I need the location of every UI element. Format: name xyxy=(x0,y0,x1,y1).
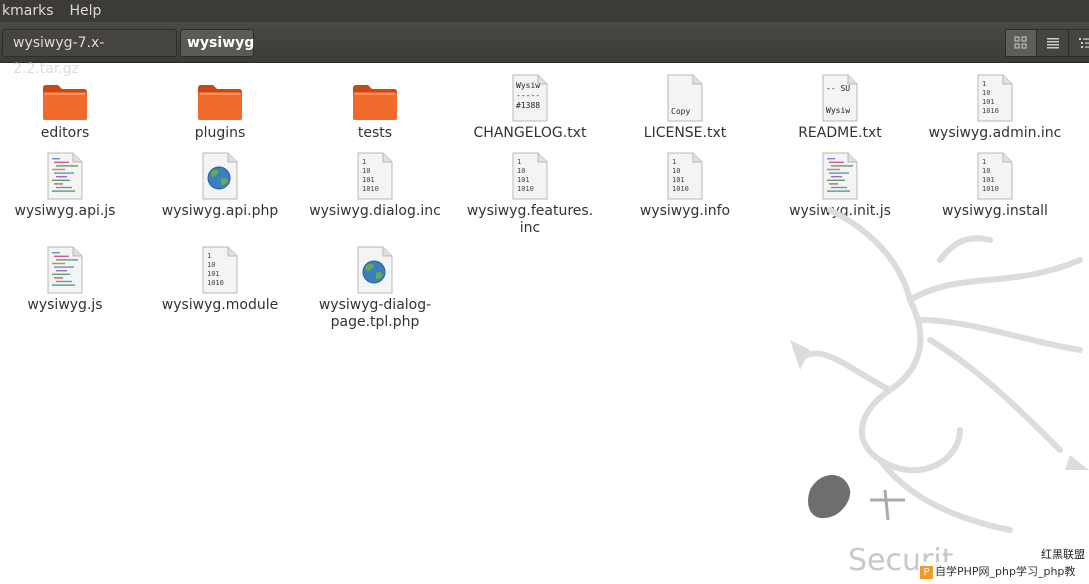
script-file-icon xyxy=(765,148,915,200)
binary-file-icon: 1 10 101 1010 xyxy=(145,242,295,294)
svg-text:-- SU: -- SU xyxy=(826,84,850,93)
svg-text:10: 10 xyxy=(517,167,525,175)
file-name: README.txt xyxy=(798,125,882,141)
php-file-icon xyxy=(300,242,450,294)
file-name: tests xyxy=(357,125,393,141)
svg-text:Copy: Copy xyxy=(671,107,690,116)
svg-text:-----: ----- xyxy=(516,91,540,100)
text-file-icon: -- SU Wysiw xyxy=(765,70,915,122)
file-item[interactable]: plugins xyxy=(145,70,295,142)
file-name: wysiwyg.js xyxy=(27,297,103,313)
svg-text:#1388: #1388 xyxy=(516,101,540,110)
svg-text:1: 1 xyxy=(362,158,366,166)
file-item[interactable]: wysiwyg.api.js xyxy=(0,148,140,220)
svg-text:10: 10 xyxy=(362,167,370,175)
file-item[interactable]: 1 10 101 1010 wysiwyg.info xyxy=(610,148,760,220)
breadcrumb-archive[interactable]: wysiwyg-7.x-2.2.tar.gz xyxy=(2,29,177,77)
file-name: wysiwyg.admin.inc xyxy=(928,125,1062,141)
svg-text:101: 101 xyxy=(362,176,375,184)
folder-icon xyxy=(145,70,295,122)
svg-text:Wysiw: Wysiw xyxy=(516,81,540,90)
file-item[interactable]: wysiwyg.api.php xyxy=(145,148,295,220)
svg-text:101: 101 xyxy=(207,270,220,278)
file-name: plugins xyxy=(194,125,246,141)
script-file-icon xyxy=(0,148,140,200)
text-file-icon: Copy xyxy=(610,70,760,122)
php-file-icon xyxy=(145,148,295,200)
binary-file-icon: 1 10 101 1010 xyxy=(610,148,760,200)
svg-text:1010: 1010 xyxy=(207,279,224,287)
svg-text:10: 10 xyxy=(982,167,990,175)
svg-text:10: 10 xyxy=(207,261,215,269)
file-item[interactable]: -- SU Wysiw README.txt xyxy=(765,70,915,142)
menu-bar: kmarks Help xyxy=(0,0,1089,22)
svg-text:1: 1 xyxy=(517,158,521,166)
svg-text:1: 1 xyxy=(982,158,986,166)
file-name: wysiwyg.info xyxy=(639,203,731,219)
binary-file-icon: 1 10 101 1010 xyxy=(920,70,1070,122)
svg-text:1: 1 xyxy=(672,158,676,166)
file-name: wysiwyg.features. inc xyxy=(466,203,594,236)
menu-bookmarks[interactable]: kmarks xyxy=(0,0,61,22)
binary-file-icon: 1 10 101 1010 xyxy=(920,148,1070,200)
file-name: wysiwyg.api.js xyxy=(14,203,116,219)
svg-text:1: 1 xyxy=(982,80,986,88)
watermark-brand-text: 自学PHP网_php学习_php教 xyxy=(935,565,1076,578)
dragon-watermark-icon xyxy=(790,207,1089,533)
svg-text:1010: 1010 xyxy=(982,107,999,115)
file-name: editors xyxy=(40,125,90,141)
binary-file-icon: 1 10 101 1010 xyxy=(455,148,605,200)
watermark-brand-top: 红黑联盟 xyxy=(1041,548,1085,561)
svg-text:1: 1 xyxy=(207,252,211,260)
compact-view-icon xyxy=(1078,38,1089,48)
svg-text:10: 10 xyxy=(982,89,990,97)
brand-logo-icon: P xyxy=(920,565,933,579)
file-name: wysiwyg.dialog.inc xyxy=(309,203,441,219)
list-view-button[interactable] xyxy=(1037,29,1069,57)
svg-text:1010: 1010 xyxy=(672,185,689,193)
svg-text:101: 101 xyxy=(982,176,995,184)
file-name: wysiwyg.module xyxy=(161,297,279,313)
svg-text:1010: 1010 xyxy=(982,185,999,193)
svg-text:1010: 1010 xyxy=(517,185,534,193)
file-item[interactable]: wysiwyg-dialog- page.tpl.php xyxy=(300,242,450,331)
file-item[interactable]: 1 10 101 1010 wysiwyg.module xyxy=(145,242,295,314)
folder-icon xyxy=(0,70,140,122)
watermark-brand-bar: P 自学PHP网_php学习_php教 xyxy=(918,562,1089,582)
file-item[interactable]: editors xyxy=(0,70,140,142)
svg-text:Wysiw: Wysiw xyxy=(826,106,850,115)
script-file-icon xyxy=(0,242,140,294)
text-file-icon: Wysiw ----- #1388 xyxy=(455,70,605,122)
icon-view-icon xyxy=(1014,36,1027,49)
file-name: wysiwyg.api.php xyxy=(161,203,279,219)
file-name: LICENSE.txt xyxy=(643,125,727,141)
calligraphy-mark xyxy=(808,475,905,521)
file-item[interactable]: wysiwyg.js xyxy=(0,242,140,314)
breadcrumb-current-folder[interactable]: wysiwyg xyxy=(180,29,254,57)
svg-text:101: 101 xyxy=(672,176,685,184)
svg-text:10: 10 xyxy=(672,167,680,175)
icon-view-button[interactable] xyxy=(1005,29,1037,57)
binary-file-icon: 1 10 101 1010 xyxy=(300,148,450,200)
folder-icon xyxy=(300,70,450,122)
compact-view-button[interactable] xyxy=(1069,29,1089,57)
svg-text:101: 101 xyxy=(517,176,530,184)
file-item[interactable]: 1 10 101 1010 wysiwyg.features. inc xyxy=(455,148,605,237)
list-view-icon xyxy=(1046,38,1059,49)
svg-text:1010: 1010 xyxy=(362,185,379,193)
menu-help[interactable]: Help xyxy=(61,0,109,22)
file-item[interactable]: Copy LICENSE.txt xyxy=(610,70,760,142)
file-name: CHANGELOG.txt xyxy=(473,125,587,141)
file-item[interactable]: tests xyxy=(300,70,450,142)
file-item[interactable]: 1 10 101 1010 wysiwyg.dialog.inc xyxy=(300,148,450,220)
toolbar: wysiwyg-7.x-2.2.tar.gz wysiwyg xyxy=(0,22,1089,77)
file-item[interactable]: Wysiw ----- #1388 CHANGELOG.txt xyxy=(455,70,605,142)
file-name: wysiwyg-dialog- page.tpl.php xyxy=(318,297,432,330)
view-switcher xyxy=(1005,29,1089,57)
svg-text:101: 101 xyxy=(982,98,995,106)
file-item[interactable]: 1 10 101 1010 wysiwyg.admin.inc xyxy=(920,70,1070,142)
